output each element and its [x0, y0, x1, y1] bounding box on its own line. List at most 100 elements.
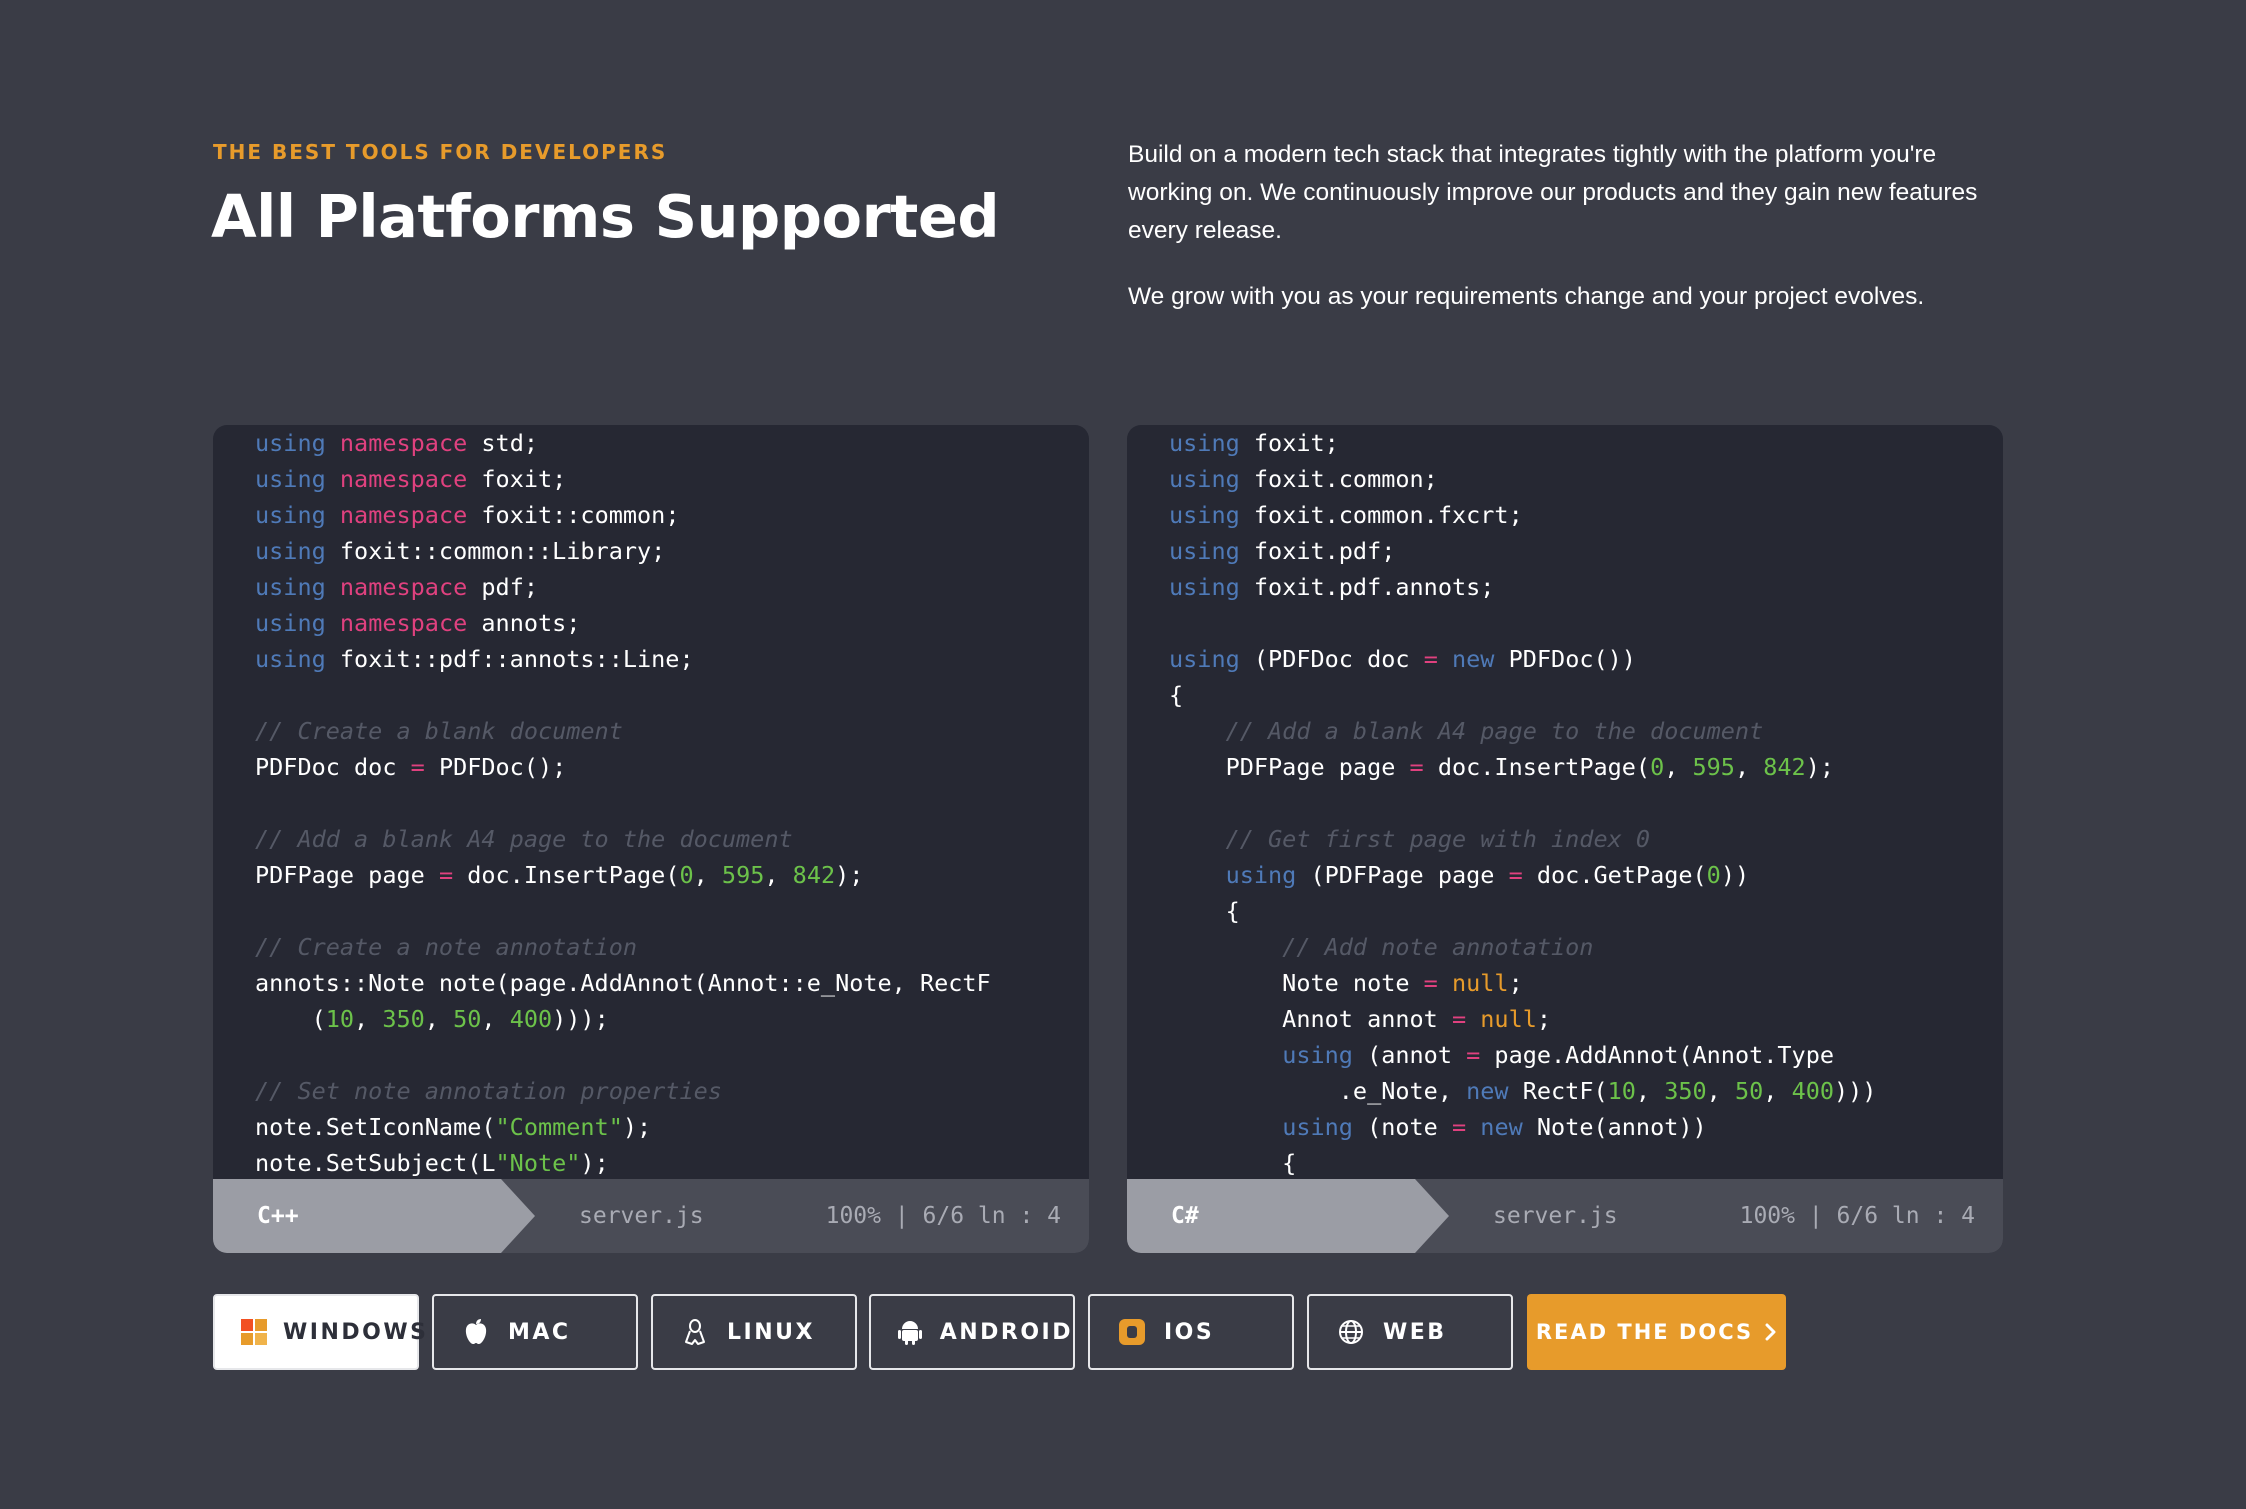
code-line: using namespace std;: [213, 425, 1089, 461]
code-token: // Get first page with index 0: [1225, 825, 1651, 853]
code-token: // Create a blank document: [255, 717, 623, 745]
code-token: ,: [764, 861, 793, 889]
code-token: using: [1169, 465, 1240, 493]
code-area[interactable]: using namespace std; using namespace foxi…: [213, 425, 1089, 1179]
platform-button-windows[interactable]: WINDOWS: [213, 1294, 426, 1370]
platform-button-linux[interactable]: LINUX: [651, 1294, 857, 1370]
code-token: // Add a blank A4 page to the document: [255, 825, 793, 853]
code-token: Note(annot)): [1522, 1113, 1707, 1141]
code-line: using (PDFDoc doc = new PDFDoc()): [1127, 641, 2003, 677]
code-token: annots;: [467, 609, 581, 637]
code-token: {: [1169, 681, 1184, 709]
code-line: using namespace foxit::common;: [213, 497, 1089, 533]
code-token: (: [255, 1005, 326, 1033]
code-line: PDFPage page = doc.InsertPage(0, 595, 84…: [213, 857, 1089, 893]
language-tab[interactable]: C#: [1127, 1179, 1449, 1253]
code-token: foxit.pdf;: [1239, 537, 1396, 565]
platform-button-web[interactable]: WEB: [1307, 1294, 1513, 1370]
code-token: (PDFDoc doc: [1239, 645, 1424, 673]
code-token: using: [1169, 501, 1240, 529]
code-token: foxit::common;: [467, 501, 680, 529]
platform-label: WINDOWS: [283, 1319, 429, 1345]
file-name: server.js: [579, 1203, 704, 1229]
code-token: );: [622, 1113, 652, 1141]
code-token: 400: [1791, 1077, 1835, 1105]
cursor-position: 100% | 6/6 ln : 4: [1739, 1203, 1975, 1229]
code-token: std;: [467, 429, 538, 457]
code-line: {: [1127, 677, 2003, 713]
code-editor-cpp[interactable]: using namespace std; using namespace foxi…: [213, 425, 1089, 1253]
code-editor-csharp[interactable]: using foxit; using foxit.common; using fox…: [1127, 425, 2003, 1253]
code-token: foxit.pdf.annots;: [1239, 573, 1495, 601]
code-token: foxit::pdf::annots::Line;: [325, 645, 694, 673]
android-icon: [897, 1316, 924, 1348]
code-token: ,: [1635, 1077, 1665, 1105]
code-token: 50: [1734, 1077, 1764, 1105]
code-token: =: [1451, 1113, 1467, 1141]
code-token: =: [1508, 861, 1523, 889]
code-token: namespace: [339, 573, 468, 601]
code-token: 50: [453, 1005, 482, 1033]
code-token: ,: [424, 1005, 454, 1033]
code-line: .e_Note, new RectF(10, 350, 50, 400))): [1127, 1073, 2003, 1109]
code-line: note.SetIconName("Comment");: [213, 1109, 1089, 1145]
code-token: {: [1169, 897, 1240, 925]
code-token: using: [1169, 573, 1240, 601]
code-token: doc.InsertPage(: [1423, 753, 1651, 781]
code-token: ;: [1508, 969, 1523, 997]
code-token: foxit;: [467, 465, 567, 493]
code-line: Annot annot = null;: [1127, 1001, 2003, 1037]
page-title: All Platforms Supported: [211, 182, 1000, 251]
globe-icon: [1335, 1316, 1367, 1348]
status-bar: C# server.js 100% | 6/6 ln : 4: [1127, 1179, 2003, 1253]
code-token: 350: [382, 1005, 425, 1033]
language-tab[interactable]: C++: [213, 1179, 535, 1253]
code-token: 10: [1607, 1077, 1636, 1105]
platform-label: IOS: [1164, 1319, 1215, 1345]
intro-text: Build on a modern tech stack that integr…: [1128, 136, 2008, 344]
code-line: // Add a blank A4 page to the document: [213, 821, 1089, 857]
code-area[interactable]: using foxit; using foxit.common; using fox…: [1127, 425, 2003, 1179]
code-token: doc.InsertPage(: [453, 861, 680, 889]
code-token: PDFPage page: [255, 861, 439, 889]
code-token: doc.GetPage(: [1522, 861, 1707, 889]
platform-button-android[interactable]: ANDROID: [869, 1294, 1075, 1370]
code-line: // Create a note annotation: [213, 929, 1089, 965]
platform-label: ANDROID: [939, 1319, 1073, 1345]
code-token: );: [1805, 753, 1835, 781]
read-docs-label: READ THE DOCS: [1535, 1320, 1754, 1344]
platform-button-mac[interactable]: MAC: [432, 1294, 638, 1370]
code-token: using: [255, 645, 326, 673]
code-token: annots::Note note(page.AddAnnot(Annot::e…: [255, 969, 991, 997]
code-token: namespace: [339, 609, 468, 637]
code-token: foxit;: [1239, 429, 1339, 457]
intro-paragraph: Build on a modern tech stack that integr…: [1128, 141, 1978, 244]
platform-label: LINUX: [727, 1319, 815, 1345]
code-token: Note note: [1169, 969, 1424, 997]
read-docs-button[interactable]: READ THE DOCS: [1527, 1294, 1786, 1370]
platform-button-ios[interactable]: IOS: [1088, 1294, 1294, 1370]
code-line: using foxit::pdf::annots::Line;: [213, 641, 1089, 677]
code-token: using: [255, 609, 326, 637]
code-line: using foxit;: [1127, 425, 2003, 461]
code-token: 595: [1692, 753, 1735, 781]
code-token: namespace: [339, 429, 468, 457]
code-token: "Note": [495, 1149, 581, 1177]
code-line: (10, 350, 50, 400)));: [213, 1001, 1089, 1037]
code-token: using: [1282, 1113, 1353, 1141]
code-token: );: [835, 861, 864, 889]
code-line: PDFPage page = doc.InsertPage(0, 595, 84…: [1127, 749, 2003, 785]
code-token: Annot annot: [1169, 1005, 1452, 1033]
code-line: // Add a blank A4 page to the document: [1127, 713, 2003, 749]
code-line: PDFDoc doc = PDFDoc();: [213, 749, 1089, 785]
code-token: using: [255, 465, 326, 493]
code-token: RectF(: [1508, 1077, 1608, 1105]
